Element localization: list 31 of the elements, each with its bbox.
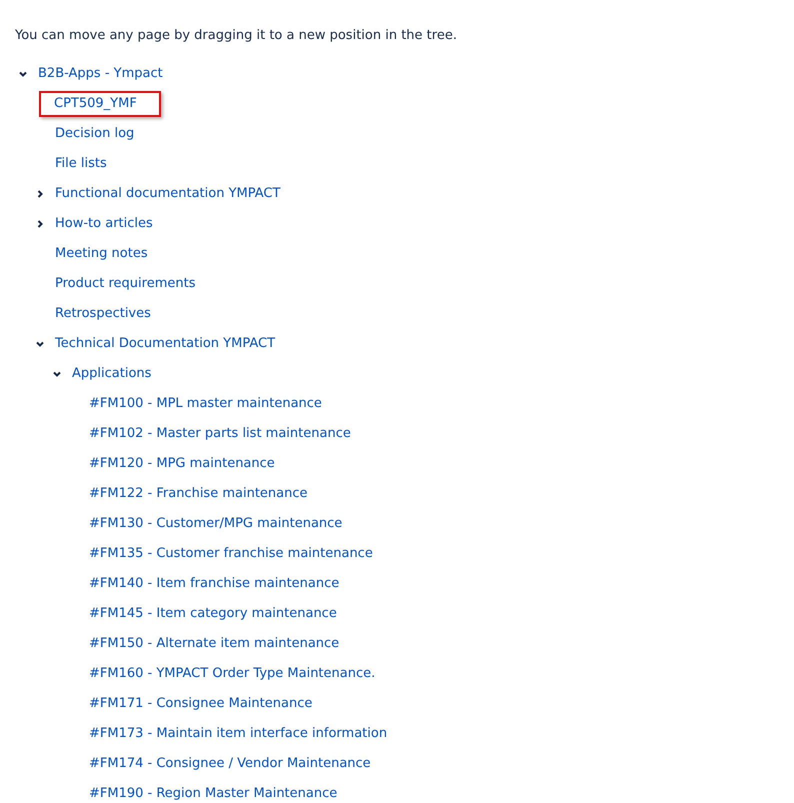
page-link[interactable]: #FM120 - MPG maintenance [89,454,275,474]
page-link[interactable]: B2B-Apps - Ympact [38,64,163,84]
page-link[interactable]: Retrospectives [55,304,151,324]
page-link[interactable]: How-to articles [55,214,153,234]
page-link[interactable]: #FM190 - Region Master Maintenance [89,784,338,803]
page-link[interactable]: Functional documentation YMPACT [55,184,280,204]
page-link[interactable]: #FM171 - Consignee Maintenance [89,694,312,714]
page-link[interactable]: Decision log [55,124,134,144]
page-link[interactable]: #FM145 - Item category maintenance [89,604,337,624]
page-link[interactable]: #FM174 - Consignee / Vendor Maintenance [89,754,371,774]
chevron-right-icon[interactable] [35,219,45,229]
page-link[interactable]: #FM160 - YMPACT Order Type Maintenance. [89,664,376,684]
page-link[interactable]: Technical Documentation YMPACT [55,334,276,354]
chevron-down-icon[interactable] [35,339,45,349]
page-link[interactable]: #FM122 - Franchise maintenance [89,484,308,504]
chevron-down-icon[interactable] [52,369,62,379]
page-link[interactable]: #FM130 - Customer/MPG maintenance [89,514,342,534]
page-link[interactable]: #FM100 - MPL master maintenance [89,394,322,414]
page-link[interactable]: #FM173 - Maintain item interface information [89,724,388,744]
chevron-down-icon[interactable] [18,69,28,79]
page-link[interactable]: #FM150 - Alternate item maintenance [89,634,340,654]
instruction-text: You can move any page by dragging it to a new position in the tree. [15,27,458,45]
chevron-right-icon[interactable] [35,189,45,199]
page-link[interactable]: #FM140 - Item franchise maintenance [89,574,340,594]
page-link[interactable]: #FM135 - Customer franchise maintenance [89,544,373,564]
page-link[interactable]: #FM102 - Master parts list maintenance [89,424,351,444]
page-link[interactable]: Meeting notes [55,244,148,264]
page-link[interactable]: Applications [72,364,152,384]
page-link[interactable]: CPT509_YMF [39,91,161,117]
page-link[interactable]: File lists [55,154,107,174]
page-link[interactable]: Product requirements [55,274,196,294]
